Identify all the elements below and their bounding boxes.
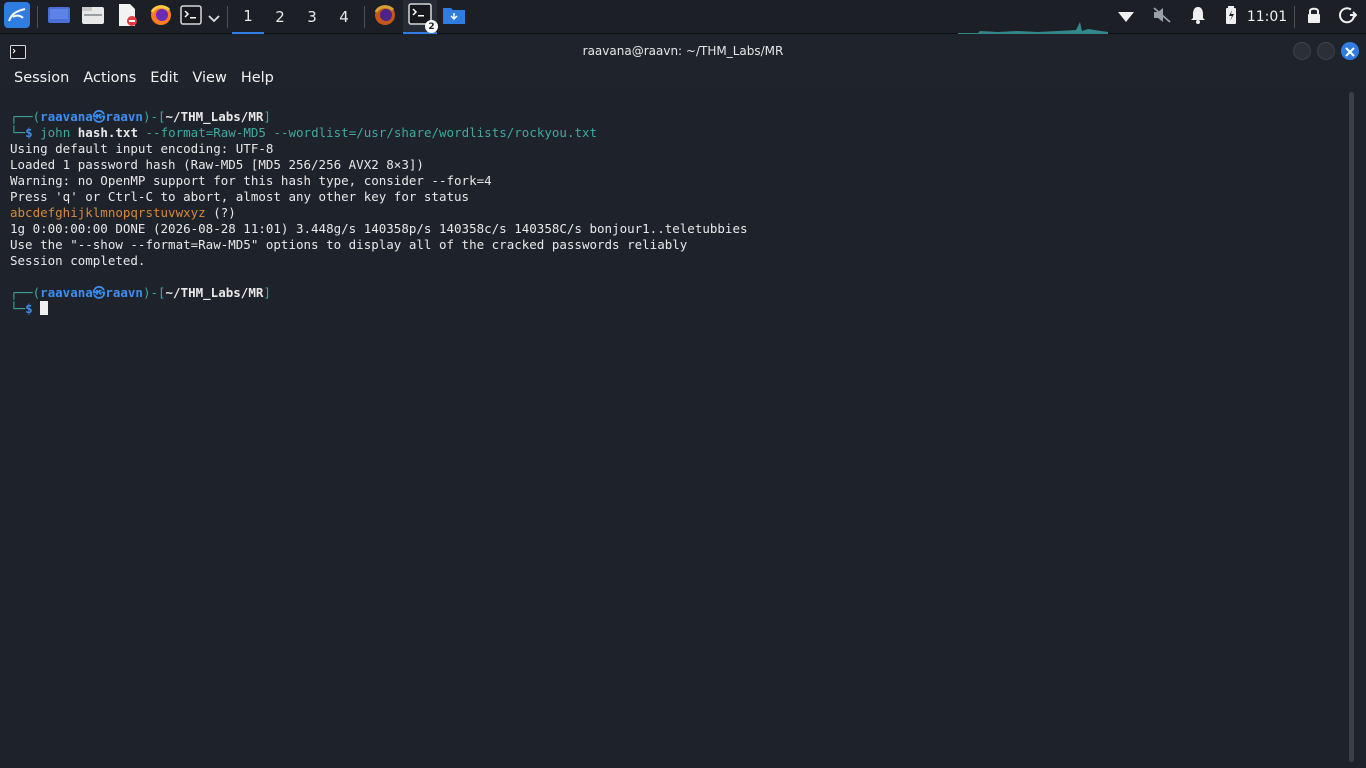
files-launcher[interactable] bbox=[79, 0, 107, 34]
prompt-corner: ┌──( bbox=[10, 109, 41, 124]
notifications-button[interactable] bbox=[1186, 0, 1210, 34]
output-line: Using default input encoding: UTF-8 bbox=[10, 141, 274, 156]
prompt-separator: )-[ bbox=[142, 109, 166, 124]
output-line: Press 'q' or Ctrl-C to abort, almost any… bbox=[10, 189, 470, 204]
firefox-window-icon bbox=[373, 3, 397, 31]
prompt-bracket: ] bbox=[263, 109, 271, 124]
command-line: └─$ john hash.txt --format=Raw-MD5 --wor… bbox=[10, 125, 597, 141]
power-icon bbox=[1339, 6, 1358, 28]
command-line[interactable]: └─$ bbox=[10, 301, 49, 317]
taskbar: 1 2 3 4 2 11:01 bbox=[0, 0, 1366, 34]
workspace-3[interactable]: 3 bbox=[296, 0, 328, 34]
show-desktop-button[interactable] bbox=[45, 0, 73, 34]
prompt-user: raavana bbox=[40, 109, 93, 124]
cracked-password-line: abcdefghijklmnopqrstuvwxyz (?) bbox=[10, 205, 236, 221]
launcher-dropdown[interactable] bbox=[205, 0, 223, 34]
folder-download-icon bbox=[442, 5, 466, 29]
workspace-label: 3 bbox=[307, 8, 317, 26]
prompt-path: ~/THM_Labs/MR bbox=[165, 109, 264, 124]
menu-view[interactable]: View bbox=[192, 70, 226, 86]
prompt-path: ~/THM_Labs/MR bbox=[165, 285, 264, 300]
firefox-launcher[interactable] bbox=[147, 0, 175, 34]
menu-actions[interactable]: Actions bbox=[83, 70, 136, 86]
network-button[interactable] bbox=[1114, 0, 1138, 34]
maximize-button[interactable] bbox=[1317, 42, 1335, 60]
command-options: --format=Raw-MD5 --wordlist=/usr/share/w… bbox=[145, 125, 598, 140]
menubar: Session Actions Edit View Help bbox=[0, 66, 1366, 90]
prompt-dollar: $ bbox=[25, 125, 33, 140]
wifi-icon bbox=[1117, 8, 1135, 27]
window-titlebar[interactable]: raavana@raavn: ~/THM_Labs/MR bbox=[0, 36, 1366, 66]
muted-speaker-icon bbox=[1152, 6, 1172, 28]
scrollbar-thumb[interactable] bbox=[1349, 92, 1354, 762]
firefox-window-button[interactable] bbox=[370, 0, 400, 34]
prompt-at-symbol: ㉿ bbox=[92, 285, 106, 300]
cracked-password: abcdefghijklmnopqrstuvwxyz bbox=[10, 205, 206, 220]
menu-help[interactable]: Help bbox=[241, 70, 274, 86]
clock-time: 11:01 bbox=[1246, 9, 1288, 25]
clock[interactable]: 11:01 bbox=[1246, 0, 1288, 34]
prompt-corner: └─ bbox=[10, 301, 26, 316]
close-button[interactable] bbox=[1341, 42, 1359, 60]
cracked-user: (?) bbox=[205, 205, 236, 220]
prompt-at-symbol: ㉿ bbox=[92, 109, 106, 124]
terminal-launcher[interactable] bbox=[179, 0, 203, 34]
text-cursor bbox=[40, 301, 49, 315]
battery-icon bbox=[1225, 6, 1237, 28]
menu-session[interactable]: Session bbox=[14, 70, 69, 86]
workspace-4[interactable]: 4 bbox=[328, 0, 360, 34]
firefox-icon bbox=[149, 3, 173, 31]
output-line: 1g 0:00:00:00 DONE (2026-08-28 11:01) 3.… bbox=[10, 221, 748, 236]
menu-edit[interactable]: Edit bbox=[150, 70, 178, 86]
volume-button[interactable] bbox=[1150, 0, 1174, 34]
chevron-down-icon bbox=[208, 8, 220, 27]
prompt-bracket: ] bbox=[263, 285, 271, 300]
window-title: raavana@raavn: ~/THM_Labs/MR bbox=[582, 44, 784, 58]
prompt-host: raavn bbox=[105, 285, 143, 300]
minimize-button[interactable] bbox=[1293, 42, 1311, 60]
battery-button[interactable] bbox=[1220, 0, 1242, 34]
command-arg-file: hash.txt bbox=[77, 125, 138, 140]
command-name: john bbox=[40, 125, 71, 140]
output-line: Session completed. bbox=[10, 253, 146, 268]
workspace-label: 1 bbox=[243, 7, 253, 25]
bell-icon bbox=[1190, 6, 1206, 28]
workspace-1[interactable]: 1 bbox=[232, 0, 264, 34]
kali-menu-icon bbox=[3, 1, 31, 33]
workspace-label: 4 bbox=[339, 8, 349, 26]
output-line: Use the "--show --format=Raw-MD5" option… bbox=[10, 237, 688, 252]
terminal-icon bbox=[180, 5, 202, 29]
lock-icon bbox=[1307, 6, 1321, 28]
text-editor-icon bbox=[116, 3, 138, 31]
prompt-line: ┌──(raavana㉿raavn)-[~/THM_Labs/MR] bbox=[10, 109, 271, 125]
close-icon bbox=[1345, 42, 1355, 61]
output-line: Warning: no OpenMP support for this hash… bbox=[10, 173, 492, 188]
workspace-label: 2 bbox=[275, 8, 285, 26]
prompt-corner: └─ bbox=[10, 125, 26, 140]
prompt-user: raavana bbox=[40, 285, 93, 300]
prompt-line: ┌──(raavana㉿raavn)-[~/THM_Labs/MR] bbox=[10, 285, 271, 301]
desktop-icon bbox=[47, 5, 71, 29]
downloads-window-button[interactable] bbox=[440, 0, 468, 34]
lock-screen-button[interactable] bbox=[1302, 0, 1326, 34]
text-editor-launcher[interactable] bbox=[113, 0, 141, 34]
prompt-separator: )-[ bbox=[142, 285, 166, 300]
kali-menu-button[interactable] bbox=[2, 0, 32, 34]
terminal-window-button[interactable]: 2 bbox=[403, 0, 438, 34]
logout-button[interactable] bbox=[1336, 0, 1360, 34]
workspace-2[interactable]: 2 bbox=[264, 0, 296, 34]
prompt-dollar: $ bbox=[25, 301, 33, 316]
output-line: Loaded 1 password hash (Raw-MD5 [MD5 256… bbox=[10, 157, 424, 172]
cpu-graph bbox=[958, 0, 1108, 34]
terminal-window-icon: 2 bbox=[408, 3, 438, 33]
window-count-badge: 2 bbox=[425, 20, 438, 33]
files-icon bbox=[81, 4, 105, 30]
prompt-host: raavn bbox=[105, 109, 143, 124]
prompt-corner: ┌──( bbox=[10, 285, 41, 300]
